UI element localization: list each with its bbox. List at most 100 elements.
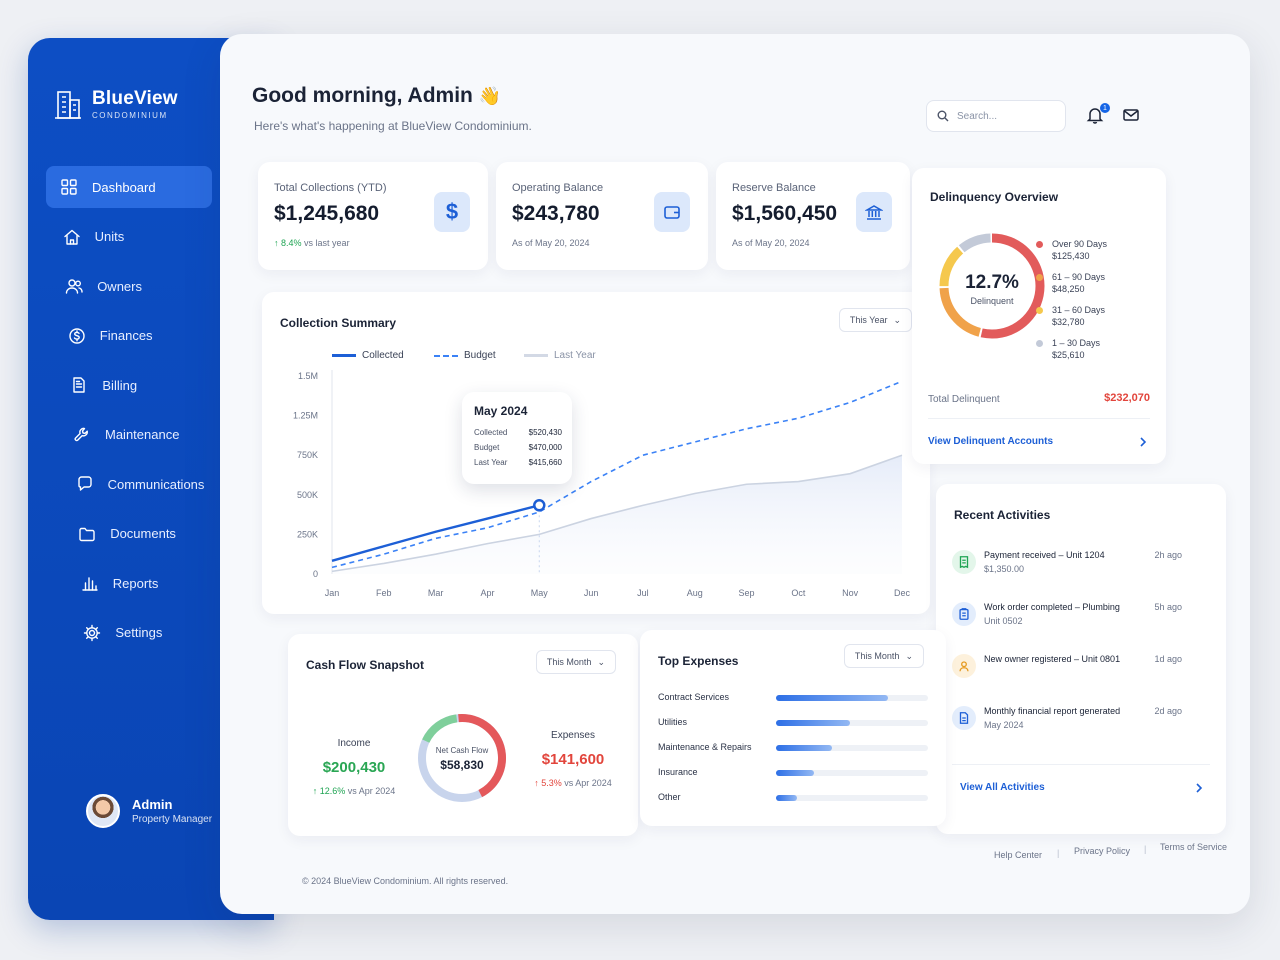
legend-dot [1036, 241, 1043, 248]
divider [952, 764, 1210, 765]
avatar [86, 794, 120, 828]
terms-of-service-link[interactable]: Terms of Service [1160, 842, 1227, 852]
hover-point[interactable] [533, 499, 546, 512]
kpi-label: Operating Balance [512, 182, 604, 194]
help-center-link[interactable]: Help Center [994, 850, 1042, 860]
sidebar-item-communications[interactable]: Communications [62, 463, 212, 505]
kpi-total-collections: Total Collections (YTD) $1,245,680 ↑ 8.4… [258, 162, 488, 270]
sidebar-item-dashboard[interactable]: Dashboard [46, 166, 212, 208]
x-tick-label: Dec [894, 588, 911, 598]
expense-bar-fill [776, 720, 851, 726]
tooltip-title: May 2024 [474, 404, 528, 418]
chevron-right-icon[interactable] [1194, 782, 1204, 794]
user-name: Admin [132, 797, 173, 812]
bar-chart-icon [82, 577, 98, 591]
sidebar-item-label: Maintenance [105, 427, 180, 442]
tooltip-row-label: Budget [474, 443, 500, 452]
expenses-period-select[interactable]: This Month ⌄ [843, 644, 924, 668]
expense-row: Other [658, 792, 928, 806]
mail-icon [1123, 109, 1139, 121]
sidebar-item-label: Units [94, 229, 125, 244]
messages-button[interactable] [1122, 106, 1144, 128]
dollar-circle-icon [69, 327, 85, 344]
bucket-amount: $125,430 [1052, 251, 1090, 261]
donut-center: 12.7% Delinquent [932, 272, 1052, 306]
sidebar-item-settings[interactable]: Settings [69, 612, 212, 654]
activity-detail: Unit 0502 [984, 616, 1023, 626]
bucket-label: Over 90 Days [1052, 239, 1108, 249]
delinquency-card: Delinquency Overview 12.7% Delinquent Ov… [912, 168, 1166, 464]
activity-item[interactable]: New owner registered – Unit 0801 1d ago [952, 650, 1182, 690]
kpi-label: Total Collections (YTD) [274, 182, 387, 194]
activity-detail: $1,350.00 [984, 564, 1025, 574]
kpi-value: $1,560,450 [732, 202, 838, 225]
search-input[interactable]: Search... [926, 100, 1066, 132]
privacy-policy-link[interactable]: Privacy Policy [1074, 846, 1130, 856]
expense-label: Insurance [658, 767, 698, 777]
total-delinquent-value: $232,070 [1104, 392, 1150, 404]
x-tick-label: Apr [480, 588, 494, 598]
main-panel: Good morning, Admin 👋 Here's what's happ… [220, 34, 1250, 914]
notifications-button[interactable]: 1 [1086, 103, 1110, 128]
chat-icon [77, 476, 92, 491]
cashflow-period-select[interactable]: This Month ⌄ [535, 650, 616, 674]
expense-row: Maintenance & Repairs [658, 742, 928, 756]
top-expenses-card: Top Expenses This Month ⌄ Contract Servic… [640, 630, 946, 826]
view-delinquent-accounts-link[interactable]: View Delinquent Accounts [928, 436, 1053, 447]
card-title: Cash Flow Snapshot [306, 658, 425, 672]
chevron-right-icon[interactable] [1138, 436, 1148, 448]
activity-title: Payment received – Unit 1204 [984, 550, 1105, 560]
expense-row: Contract Services [658, 692, 928, 706]
y-tick-label: 500K [297, 490, 318, 500]
activity-item[interactable]: Work order completed – Plumbing Unit 0502… [952, 598, 1182, 638]
sidebar-item-owners[interactable]: Owners [51, 265, 212, 307]
sidebar-nav: Dashboard Units Owners Finances Billing Maint… [46, 166, 212, 661]
wallet-icon [654, 192, 690, 232]
sidebar-item-reports[interactable]: Reports [67, 562, 212, 604]
x-tick-label: Jun [584, 588, 599, 598]
view-all-activities-link[interactable]: View All Activities [960, 782, 1045, 793]
expenses-value: $141,600 [541, 751, 605, 768]
legend-dot [1036, 274, 1043, 281]
expense-bar-fill [776, 795, 798, 801]
total-delinquent-label: Total Delinquent [928, 394, 1000, 405]
chevron-down-icon: ⌄ [905, 650, 913, 661]
app-logo[interactable]: BlueView CONDOMINIUM [54, 88, 178, 120]
card-title: Top Expenses [658, 654, 739, 668]
collection-summary-card: Collection Summary This Year ⌄ Collected … [262, 292, 930, 614]
sidebar-item-label: Communications [107, 476, 205, 492]
cash-flow-card: Cash Flow Snapshot This Month ⌄ Income $2… [288, 634, 638, 836]
tooltip-row-label: Collected [474, 428, 508, 437]
kpi-reserve-balance: Reserve Balance $1,560,450 As of May 20,… [716, 162, 910, 270]
x-tick-label: Jul [637, 588, 649, 598]
sidebar-item-billing[interactable]: Billing [56, 364, 212, 406]
sidebar-item-maintenance[interactable]: Maintenance [59, 414, 212, 456]
income-value: $200,430 [322, 759, 386, 776]
bucket-label: 1 – 30 Days [1052, 338, 1101, 348]
kpi-value: $1,245,680 [274, 202, 380, 225]
expense-label: Contract Services [658, 692, 730, 702]
net-cash-flow-label: Net Cash Flow [435, 746, 489, 755]
delinquent-percent: 12.7% [965, 272, 1019, 293]
gear-icon [84, 624, 101, 641]
page-title: Good morning, Admin 👋 [252, 84, 502, 107]
users-icon [65, 279, 83, 294]
expenses-label: Expenses [551, 730, 595, 741]
page-subtitle: Here's what's happening at BlueView Cond… [254, 119, 532, 133]
app-tagline: CONDOMINIUM [92, 111, 168, 120]
sidebar-item-units[interactable]: Units [49, 216, 212, 258]
sidebar-item-documents[interactable]: Documents [64, 513, 212, 555]
sidebar-item-finances[interactable]: Finances [54, 315, 212, 357]
activity-item[interactable]: Payment received – Unit 1204 $1,350.00 2h … [952, 546, 1182, 586]
wrench-icon [74, 427, 88, 441]
x-tick-label: Sep [739, 588, 755, 598]
delinquent-label: Delinquent [970, 296, 1014, 306]
activity-time: 2h ago [1154, 550, 1182, 560]
sidebar-item-label: Reports [112, 575, 159, 591]
activity-item[interactable]: Monthly financial report generated May 20… [952, 702, 1182, 742]
notification-badge: 1 [1100, 103, 1110, 113]
activity-time: 2d ago [1154, 706, 1182, 716]
y-tick-label: 1.25M [293, 411, 318, 421]
delinquency-legend-item: 1 – 30 Days $25,610 [1036, 337, 1101, 361]
divider [928, 418, 1150, 419]
